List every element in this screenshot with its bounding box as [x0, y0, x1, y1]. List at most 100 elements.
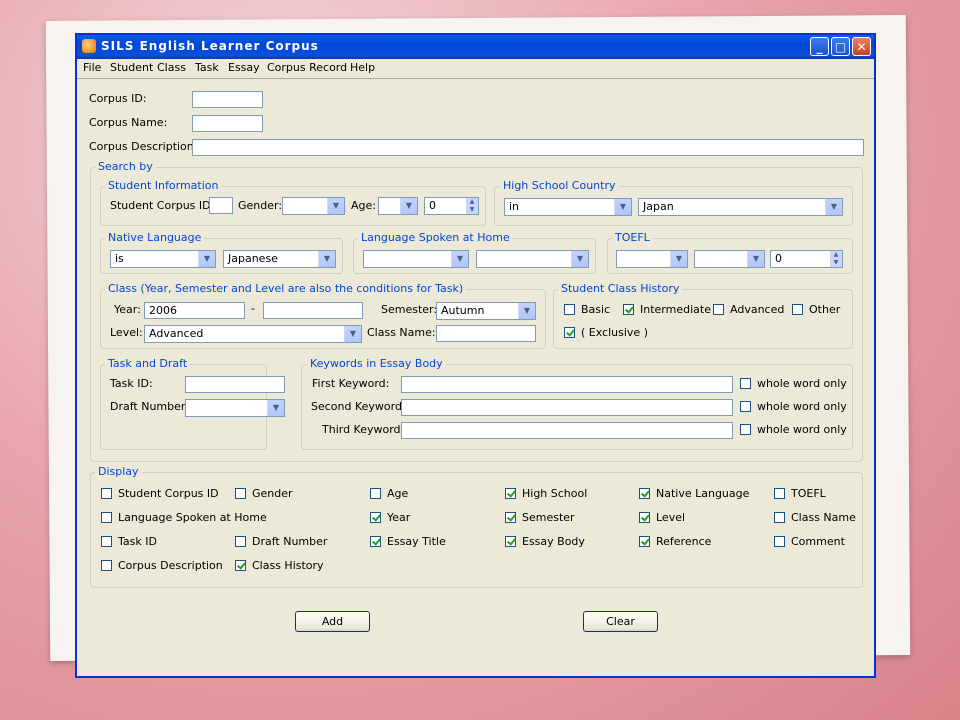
menu-student[interactable]: Student — [110, 61, 153, 74]
age-spinner[interactable]: 0 ▲ ▼ — [424, 197, 479, 215]
checkbox-box — [235, 488, 246, 499]
close-button[interactable]: ✕ — [852, 37, 871, 56]
title-bar: SILS English Learner Corpus _ □ ✕ — [77, 35, 874, 59]
menu-bar: File Student Class Task Essay Corpus Rec… — [77, 59, 874, 77]
class-name-input[interactable] — [436, 325, 536, 342]
checkbox-box — [370, 536, 381, 547]
student-corpus-id-label: Student Corpus ID: — [110, 199, 215, 212]
form-area: Corpus ID: Corpus Name: Corpus Descripti… — [77, 78, 874, 676]
chevron-down-icon: ▼ — [327, 198, 344, 214]
chevron-down-icon: ▼ — [267, 400, 284, 416]
toefl-select-b[interactable]: ▼ — [694, 250, 765, 268]
task-id-input[interactable] — [185, 376, 285, 393]
menu-file[interactable]: File — [83, 61, 101, 74]
class-name-label: Class Name: — [367, 326, 436, 339]
checkbox-box — [623, 304, 634, 315]
second-keyword-label: Second Keyword: — [311, 400, 406, 413]
checkbox-box — [740, 401, 751, 412]
checkbox-box — [505, 488, 516, 499]
minimize-button[interactable]: _ — [810, 37, 829, 56]
high-school-country-operator-select[interactable]: in ▼ — [504, 198, 632, 216]
menu-corpus-record[interactable]: Corpus Record — [267, 61, 347, 74]
menu-class[interactable]: Class — [157, 61, 186, 74]
chevron-down-icon: ▼ — [670, 251, 687, 267]
gender-label: Gender: — [238, 199, 283, 212]
first-keyword-input[interactable] — [401, 376, 733, 393]
checkbox-box — [101, 488, 112, 499]
chevron-down-icon: ▼ — [400, 198, 417, 214]
native-language-select[interactable]: Japanese ▼ — [223, 250, 336, 268]
level-label: Level: — [110, 326, 143, 339]
checkbox-box — [639, 536, 650, 547]
checkbox-box — [505, 512, 516, 523]
checkbox-box — [792, 304, 803, 315]
native-language-title: Native Language — [105, 231, 205, 244]
menu-help[interactable]: Help — [350, 61, 375, 74]
corpus-name-label: Corpus Name: — [89, 116, 168, 129]
year-from-input[interactable]: 2006 — [144, 302, 245, 319]
class-title: Class (Year, Semester and Level are also… — [105, 282, 467, 295]
checkbox-box — [101, 560, 112, 571]
spin-arrows-icon: ▲ ▼ — [466, 198, 478, 214]
checkbox-box — [564, 327, 575, 338]
menu-essay[interactable]: Essay — [228, 61, 260, 74]
checkbox-box — [370, 512, 381, 523]
corpus-name-input[interactable] — [192, 115, 263, 132]
clear-button[interactable]: Clear — [583, 611, 658, 632]
chevron-down-icon: ▼ — [747, 251, 764, 267]
checkbox-box — [505, 536, 516, 547]
first-keyword-label: First Keyword: — [312, 377, 390, 390]
chevron-down-icon: ▼ — [825, 199, 842, 215]
third-keyword-input[interactable] — [401, 422, 733, 439]
high-school-country-title: High School Country — [500, 179, 619, 192]
search-by-title: Search by — [95, 160, 156, 173]
checkbox-box — [639, 512, 650, 523]
draft-number-select[interactable]: ▼ — [185, 399, 285, 417]
draft-number-label: Draft Number: — [110, 400, 189, 413]
student-corpus-id-input[interactable] — [209, 197, 233, 214]
gender-select[interactable]: ▼ — [282, 197, 345, 215]
year-to-input[interactable] — [263, 302, 363, 319]
window-title: SILS English Learner Corpus — [101, 39, 319, 53]
toefl-spinner[interactable]: 0 ▲ ▼ — [770, 250, 843, 268]
app-window: SILS English Learner Corpus _ □ ✕ File S… — [75, 33, 876, 678]
student-info-title: Student Information — [105, 179, 222, 192]
toefl-select-a[interactable]: ▼ — [616, 250, 688, 268]
display-title: Display — [95, 465, 142, 478]
level-select[interactable]: Advanced ▼ — [144, 325, 362, 343]
add-button[interactable]: Add — [295, 611, 370, 632]
third-keyword-label: Third Keyword: — [322, 423, 405, 436]
chevron-down-icon: ▼ — [451, 251, 468, 267]
chevron-down-icon: ▼ — [318, 251, 335, 267]
year-label: Year: — [114, 303, 141, 316]
corpus-id-input[interactable] — [192, 91, 263, 108]
toefl-title: TOEFL — [612, 231, 653, 244]
app-icon — [82, 39, 96, 53]
keywords-title: Keywords in Essay Body — [307, 357, 446, 370]
checkbox-box — [639, 488, 650, 499]
corpus-description-label: Corpus Description: — [89, 140, 198, 153]
chevron-down-icon: ▼ — [518, 303, 535, 319]
semester-label: Semester: — [381, 303, 438, 316]
checkbox-box — [774, 488, 785, 499]
age-label: Age: — [351, 199, 376, 212]
corpus-description-input[interactable] — [192, 139, 864, 156]
home-language-operator-select[interactable]: ▼ — [363, 250, 469, 268]
second-keyword-input[interactable] — [401, 399, 733, 416]
menu-task[interactable]: Task — [195, 61, 219, 74]
maximize-button[interactable]: □ — [831, 37, 850, 56]
checkbox-box — [774, 512, 785, 523]
checkbox-box — [713, 304, 724, 315]
age-operator-select[interactable]: ▼ — [378, 197, 418, 215]
native-language-operator-select[interactable]: is ▼ — [110, 250, 216, 268]
home-language-select[interactable]: ▼ — [476, 250, 589, 268]
semester-select[interactable]: Autumn ▼ — [436, 302, 536, 320]
high-school-country-select[interactable]: Japan ▼ — [638, 198, 843, 216]
chevron-down-icon: ▼ — [571, 251, 588, 267]
checkbox-box — [235, 536, 246, 547]
checkbox-box — [740, 424, 751, 435]
task-id-label: Task ID: — [110, 377, 153, 390]
task-draft-title: Task and Draft — [105, 357, 191, 370]
chevron-down-icon: ▼ — [614, 199, 631, 215]
year-dash: - — [251, 302, 255, 315]
